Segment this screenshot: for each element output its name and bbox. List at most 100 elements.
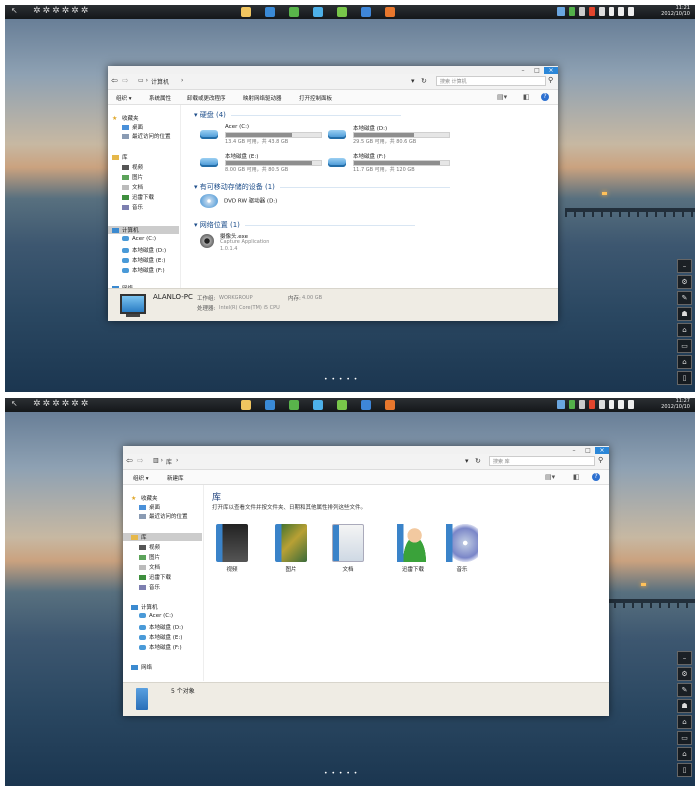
breadcrumb-chevron-icon[interactable]: › xyxy=(181,77,183,84)
tray-action-icon[interactable] xyxy=(628,7,634,16)
map-network-drive-button[interactable]: 映射网络驱动器 xyxy=(243,94,282,102)
tray-network-icon[interactable] xyxy=(579,7,585,16)
library-music[interactable]: 音乐 xyxy=(444,524,480,573)
breadcrumb[interactable]: 库 xyxy=(166,457,172,466)
back-arrow-icon[interactable]: ↖ xyxy=(11,6,18,15)
system-properties-button[interactable]: 系统属性 xyxy=(149,94,171,102)
view-options-icon[interactable]: ▤▾ xyxy=(497,93,507,101)
maxthon-task-icon[interactable] xyxy=(265,7,275,17)
library-thunder-downloads[interactable]: 迅雷下载 xyxy=(391,524,435,573)
tray-app-icon[interactable] xyxy=(557,400,565,409)
back-button[interactable]: ⇦ xyxy=(111,76,118,85)
clock[interactable]: 11:21 2012/10/10 xyxy=(661,5,690,17)
nav-recent-places[interactable]: 最近访问的位置 xyxy=(139,512,188,520)
nav-favorites[interactable]: ★ 收藏夹 xyxy=(112,114,139,123)
tray-shield-icon[interactable] xyxy=(569,400,575,409)
gear-icon[interactable]: ⚙ xyxy=(677,275,692,289)
gear-icons[interactable]: ✲✲✲✲✲✲ xyxy=(33,399,90,409)
monitor-icon[interactable]: ▭ xyxy=(677,339,692,353)
home-icon[interactable]: ⌂ xyxy=(677,323,692,337)
house-icon[interactable]: ⌂ xyxy=(677,355,692,369)
open-control-panel-button[interactable]: 打开控制面板 xyxy=(299,94,332,102)
explorer-task-icon[interactable] xyxy=(241,7,251,17)
nav-computer[interactable]: 计算机 xyxy=(108,226,179,234)
nav-drive-f[interactable]: 本地磁盘 (F:) xyxy=(122,266,165,274)
qq-task-icon[interactable] xyxy=(361,400,371,410)
gear-icons[interactable]: ✲✲✲✲✲✲ xyxy=(33,6,90,16)
minimize-icon[interactable]: – xyxy=(677,651,692,665)
preview-pane-icon[interactable]: ◧ xyxy=(573,473,580,481)
breadcrumb[interactable]: 计算机 xyxy=(151,77,169,86)
tray-alert-icon[interactable] xyxy=(589,400,595,409)
nav-drive-f[interactable]: 本地磁盘 (F:) xyxy=(139,643,182,651)
search-input[interactable]: 搜索 库 xyxy=(489,456,595,466)
tray-network-icon[interactable] xyxy=(579,400,585,409)
nav-libraries[interactable]: 库 xyxy=(123,533,202,541)
back-button[interactable]: ⇦ xyxy=(126,456,133,465)
gear-icon[interactable]: ⚙ xyxy=(677,667,692,681)
nav-documents[interactable]: 文档 xyxy=(122,183,143,191)
uninstall-program-button[interactable]: 卸载或更改程序 xyxy=(187,94,226,102)
nav-drive-e[interactable]: 本地磁盘 (E:) xyxy=(122,256,165,264)
page-indicator[interactable]: • • • • • xyxy=(324,770,358,777)
page-indicator[interactable]: • • • • • xyxy=(324,376,358,383)
nav-documents[interactable]: 文档 xyxy=(139,563,160,571)
forward-button[interactable]: ⇨ xyxy=(137,456,144,465)
volume-icon[interactable] xyxy=(609,400,614,409)
nav-libraries[interactable]: 库 xyxy=(112,153,128,161)
house-icon[interactable]: ⌂ xyxy=(677,747,692,761)
tray-flag-icon[interactable] xyxy=(599,400,605,409)
nav-music[interactable]: 音乐 xyxy=(139,583,160,591)
ie-task-icon[interactable] xyxy=(313,400,323,410)
home-icon[interactable]: ⌂ xyxy=(677,715,692,729)
nav-music[interactable]: 音乐 xyxy=(122,203,143,211)
nav-drive-c[interactable]: Acer (C:) xyxy=(139,613,173,619)
dropdown-icon[interactable]: ▾ xyxy=(465,457,469,465)
group-removable-storage[interactable]: ▾ 有可移动存储的设备 (1) xyxy=(194,182,450,192)
title-bar[interactable]: – □ × xyxy=(108,66,558,75)
library-pictures[interactable]: 图片 xyxy=(273,524,309,573)
nav-recent-places[interactable]: 最近访问的位置 xyxy=(122,132,171,140)
back-arrow-icon[interactable]: ↖ xyxy=(11,399,18,408)
dvd-drive[interactable]: DVD RW 驱动器 (D:) xyxy=(200,194,277,208)
dropdown-icon[interactable]: ▾ xyxy=(411,77,415,85)
drive-e[interactable]: 本地磁盘 (E:) 8.00 GB 可用，共 80.5 GB xyxy=(200,152,325,178)
drive-c[interactable]: Acer (C:) 13.4 GB 可用，共 43.8 GB xyxy=(200,124,325,150)
nav-desktop[interactable]: 桌面 xyxy=(139,503,160,511)
forward-button[interactable]: ⇨ xyxy=(122,76,129,85)
nav-drive-d[interactable]: 本地磁盘 (D:) xyxy=(122,246,166,254)
refresh-icon[interactable]: ↻ xyxy=(421,77,427,85)
search-icon[interactable]: ⚲ xyxy=(548,76,553,84)
refresh-icon[interactable]: ↻ xyxy=(475,457,481,465)
view-options-icon[interactable]: ▤▾ xyxy=(545,473,555,481)
tray-action-icon[interactable] xyxy=(628,400,634,409)
monitor-icon[interactable]: ▭ xyxy=(677,731,692,745)
nav-videos[interactable]: 视频 xyxy=(139,543,160,551)
library-documents[interactable]: 文档 xyxy=(330,524,366,573)
firefox-task-icon[interactable] xyxy=(385,7,395,17)
nav-network[interactable]: 网络 xyxy=(131,663,152,671)
tray-monitor-icon[interactable] xyxy=(618,7,624,16)
explorer-task-icon[interactable] xyxy=(241,400,251,410)
search-icon[interactable]: ⚲ xyxy=(598,456,603,464)
360-task-icon[interactable] xyxy=(337,7,347,17)
nav-drive-d[interactable]: 本地磁盘 (D:) xyxy=(139,623,183,631)
preview-pane-icon[interactable]: ◧ xyxy=(523,93,530,101)
new-library-button[interactable]: 新建库 xyxy=(167,474,184,482)
qq-task-icon[interactable] xyxy=(361,7,371,17)
trash-icon[interactable]: ▯ xyxy=(677,763,692,777)
breadcrumb-chevron-icon[interactable]: › xyxy=(176,457,178,464)
search-input[interactable]: 搜索 计算机 xyxy=(436,76,546,86)
tray-monitor-icon[interactable] xyxy=(618,400,624,409)
help-icon[interactable]: ? xyxy=(541,93,549,101)
organize-button[interactable]: 组织 ▾ xyxy=(116,94,132,102)
nav-favorites[interactable]: ★ 收藏夹 xyxy=(131,494,158,503)
360-task-icon[interactable] xyxy=(337,400,347,410)
nav-pictures[interactable]: 图片 xyxy=(139,553,160,561)
nav-drive-e[interactable]: 本地磁盘 (E:) xyxy=(139,633,182,641)
app-task-icon[interactable] xyxy=(289,7,299,17)
brush-icon[interactable]: ✎ xyxy=(677,291,692,305)
firefox-task-icon[interactable] xyxy=(385,400,395,410)
help-icon[interactable]: ? xyxy=(592,473,600,481)
nav-desktop[interactable]: 桌面 xyxy=(122,123,143,131)
